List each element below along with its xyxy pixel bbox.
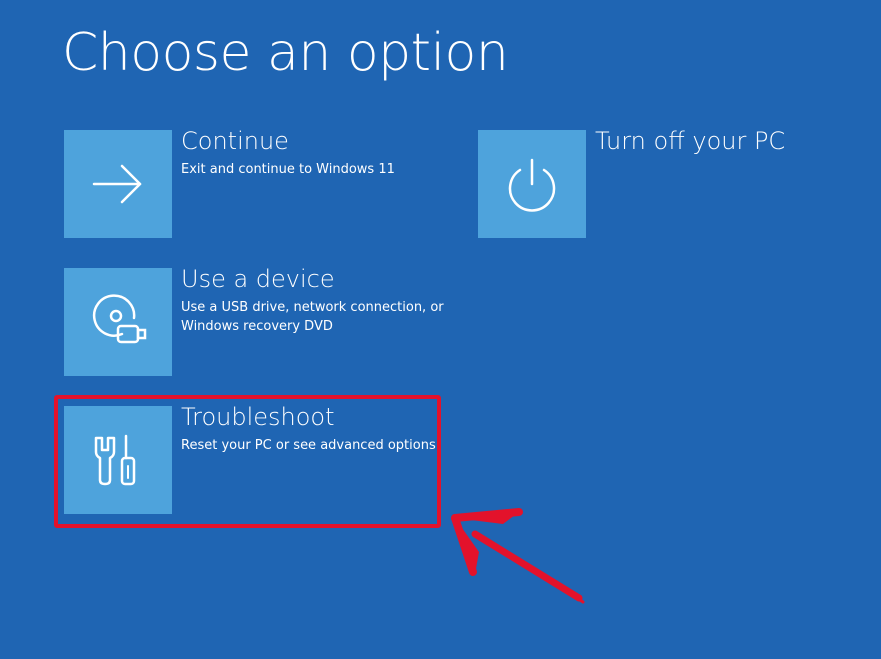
recovery-screen: Choose an option Continue Exit and conti…	[0, 0, 881, 659]
option-turn-off[interactable]: Turn off your PC	[478, 127, 785, 238]
troubleshoot-tile[interactable]	[64, 406, 172, 514]
arrow-right-icon	[92, 164, 142, 204]
option-title: Continue	[181, 127, 289, 155]
disc-usb-icon	[92, 294, 147, 344]
page-title: Choose an option	[62, 23, 509, 83]
turn-off-tile[interactable]	[478, 130, 586, 238]
option-title: Turn off your PC	[595, 127, 786, 155]
use-device-tile[interactable]	[64, 268, 172, 376]
annotation-arrow-icon	[451, 508, 585, 604]
option-title: Troubleshoot	[181, 403, 335, 431]
option-description: Use a USB drive, network connection, or …	[181, 300, 444, 334]
tools-icon	[94, 434, 136, 486]
option-description: Reset your PC or see advanced options	[181, 438, 436, 453]
option-use-device[interactable]: Use a device Use a USB drive, network co…	[64, 265, 451, 376]
continue-tile[interactable]	[64, 130, 172, 238]
option-troubleshoot[interactable]: Troubleshoot Reset your PC or see advanc…	[64, 403, 451, 514]
option-title: Use a device	[181, 265, 335, 293]
option-description: Exit and continue to Windows 11	[181, 162, 395, 177]
power-icon	[508, 158, 556, 212]
option-continue[interactable]: Continue Exit and continue to Windows 11	[64, 127, 451, 238]
